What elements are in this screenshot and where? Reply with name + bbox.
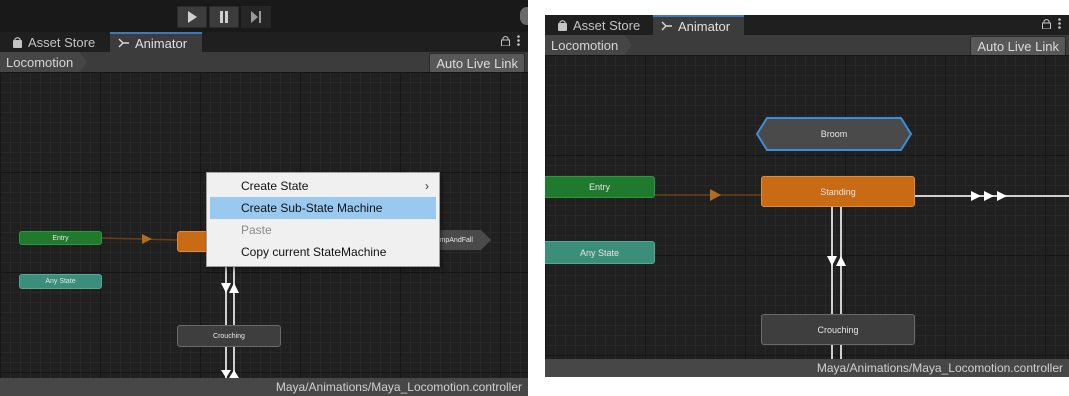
breadcrumb-label: Locomotion	[6, 54, 74, 70]
transition-arrow-up	[229, 283, 239, 293]
menu-item-create-sub-state-machine[interactable]: Create Sub-State Machine	[210, 197, 436, 219]
state-label: Entry	[52, 234, 69, 242]
auto-live-link-label: Auto Live Link	[977, 38, 1059, 54]
state-label: Standing	[820, 186, 856, 197]
animator-window-left: Asset Store Animator Locomotion Auto Liv…	[0, 0, 528, 396]
controller-path: Maya/Animations/Maya_Locomotion.controll…	[816, 361, 1063, 375]
tab-label: Animator	[135, 35, 188, 51]
state-label: Crouching	[817, 324, 859, 335]
status-bar: Maya/Animations/Maya_Locomotion.controll…	[545, 359, 1069, 377]
step-button[interactable]	[241, 6, 271, 28]
kebab-menu-icon[interactable]	[517, 35, 520, 49]
state-label: Crouching	[213, 332, 245, 340]
breadcrumb[interactable]: Locomotion	[0, 52, 87, 72]
tab-animator[interactable]: Animator	[110, 32, 202, 52]
cloud-icon[interactable]	[520, 7, 528, 25]
animator-window-right: Asset Store Animator Locomotion Auto Liv…	[545, 15, 1069, 377]
play-button[interactable]	[177, 6, 207, 28]
lock-icon[interactable]	[1042, 18, 1051, 32]
breadcrumb[interactable]: Locomotion	[545, 35, 632, 55]
transition-arrow	[997, 191, 1007, 201]
menu-item-label: Create State	[241, 179, 309, 193]
animator-icon	[118, 38, 130, 48]
entry-transition	[101, 237, 178, 241]
lock-icon[interactable]	[501, 35, 510, 49]
menu-item-label: Create Sub-State Machine	[241, 201, 383, 215]
tab-label: Asset Store	[28, 34, 96, 50]
menu-item-create-state[interactable]: Create State ›	[207, 175, 439, 197]
pause-icon	[219, 11, 229, 23]
animator-graph[interactable]: Broom Entry Standing Any State Crouching	[545, 55, 1069, 359]
tab-bar: Asset Store Animator	[0, 32, 528, 52]
state-crouching[interactable]: Crouching	[761, 314, 915, 345]
transition-arrow-down	[827, 256, 837, 266]
controller-path: Maya/Animations/Maya_Locomotion.controll…	[275, 380, 522, 394]
breadcrumb-bar: Locomotion Auto Live Link	[0, 52, 528, 73]
transition-arrow	[984, 191, 994, 201]
menu-item-paste[interactable]: Paste	[207, 219, 439, 241]
tab-label: Animator	[678, 18, 731, 34]
transition-arrow	[142, 234, 152, 244]
transition-arrow	[710, 189, 721, 201]
breadcrumb-label: Locomotion	[551, 37, 619, 53]
auto-live-link-label: Auto Live Link	[436, 55, 518, 71]
tab-label: Asset Store	[573, 17, 641, 33]
state-crouching[interactable]: Crouching	[177, 325, 281, 347]
state-entry[interactable]: Entry	[19, 231, 102, 245]
play-toolbar	[0, 0, 528, 32]
menu-item-copy-current-statemachine[interactable]: Copy current StateMachine	[207, 241, 439, 263]
step-icon	[250, 11, 262, 23]
transition-arrow	[971, 191, 981, 201]
menu-item-label: Copy current StateMachine	[241, 245, 387, 259]
tab-animator[interactable]: Animator	[653, 15, 744, 35]
state-standing[interactable]: Standing	[761, 176, 915, 207]
breadcrumb-bar: Locomotion Auto Live Link	[545, 35, 1069, 56]
state-any-state[interactable]: Any State	[545, 241, 655, 264]
menu-item-label: Paste	[241, 223, 272, 237]
tab-tools	[1042, 15, 1061, 35]
transition-arrow-up	[836, 256, 846, 266]
state-broom[interactable]: Broom	[767, 119, 901, 149]
pause-button[interactable]	[209, 6, 239, 28]
auto-live-link-button[interactable]: Auto Live Link	[970, 36, 1066, 56]
tab-bar: Asset Store Animator	[545, 15, 1069, 35]
state-label: Broom	[820, 129, 848, 139]
tab-asset-store[interactable]: Asset Store	[549, 15, 648, 35]
tab-asset-store[interactable]: Asset Store	[4, 32, 103, 52]
context-menu: Create State › Create Sub-State Machine …	[206, 172, 440, 267]
auto-live-link-button[interactable]: Auto Live Link	[429, 53, 525, 73]
state-label: Any State	[579, 247, 620, 258]
state-label: Any State	[45, 278, 76, 285]
bag-icon	[12, 36, 23, 48]
state-label: Entry	[588, 182, 610, 192]
tab-tools	[501, 32, 520, 52]
transition-arrow-down	[221, 370, 231, 378]
kebab-menu-icon[interactable]	[1058, 18, 1061, 32]
transition-arrow-down	[221, 283, 231, 293]
status-bar: Maya/Animations/Maya_Locomotion.controll…	[0, 378, 528, 396]
play-icon	[187, 11, 197, 23]
state-entry[interactable]: Entry	[545, 176, 655, 198]
transition-arrow-up	[229, 370, 239, 378]
bag-icon	[557, 19, 568, 31]
animator-icon	[661, 21, 673, 31]
submenu-arrow-icon: ›	[425, 179, 429, 193]
state-any-state[interactable]: Any State	[19, 274, 102, 289]
